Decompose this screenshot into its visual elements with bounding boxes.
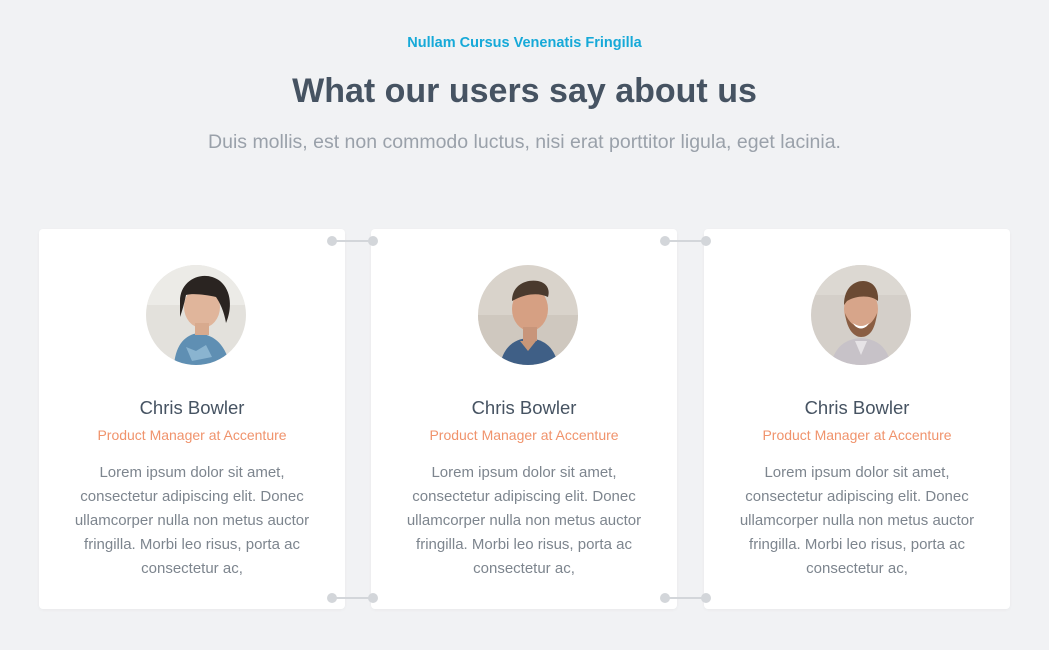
testimonial-card: Chris Bowler Product Manager at Accentur… xyxy=(39,229,345,609)
card-connector xyxy=(660,236,711,246)
card-connector xyxy=(660,593,711,603)
testimonial-role: Product Manager at Accenture xyxy=(429,427,619,443)
testimonial-card: Chris Bowler Product Manager at Accentur… xyxy=(371,229,677,609)
testimonial-quote: Lorem ipsum dolor sit amet, consectetur … xyxy=(74,464,310,577)
woman-portrait-icon xyxy=(146,265,246,365)
testimonial-name: Chris Bowler xyxy=(139,397,245,418)
testimonial-quote: Lorem ipsum dolor sit amet, consectetur … xyxy=(739,464,975,577)
testimonial-quote: Lorem ipsum dolor sit amet, consectetur … xyxy=(406,464,642,577)
bearded-man-portrait-icon xyxy=(811,265,911,365)
card-connector xyxy=(327,236,378,246)
testimonial-card: Chris Bowler Product Manager at Accentur… xyxy=(704,229,1010,609)
card-connector xyxy=(327,593,378,603)
man-portrait-icon xyxy=(478,265,578,365)
testimonial-cards: Chris Bowler Product Manager at Accentur… xyxy=(0,0,1049,650)
testimonial-role: Product Manager at Accenture xyxy=(97,427,287,443)
testimonial-role: Product Manager at Accenture xyxy=(762,427,952,443)
testimonial-name: Chris Bowler xyxy=(471,397,577,418)
testimonial-name: Chris Bowler xyxy=(804,397,910,418)
